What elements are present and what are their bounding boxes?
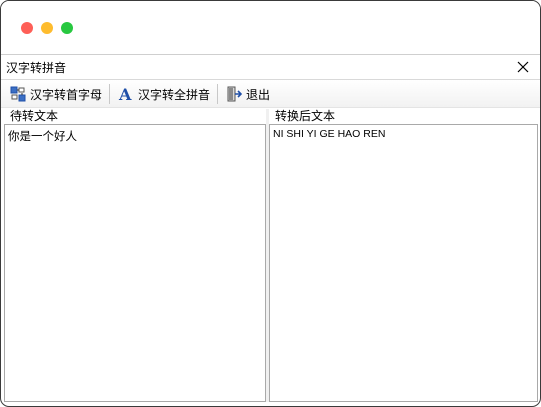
full-pinyin-button[interactable]: A 汉字转全拼音 — [118, 83, 210, 105]
svg-text:A: A — [118, 86, 132, 102]
mac-title-bar — [1, 1, 540, 54]
exit-button[interactable]: 退出 — [226, 83, 270, 105]
first-letter-label: 汉字转首字母 — [30, 87, 103, 102]
exit-label: 退出 — [246, 87, 271, 102]
close-window-dot[interactable] — [21, 22, 33, 34]
exit-door-icon — [227, 86, 242, 102]
minimize-window-dot[interactable] — [41, 22, 53, 34]
letter-a-icon: A — [118, 86, 132, 102]
input-panel-label: 待转文本 — [10, 109, 59, 123]
form-title-bar: 汉字转拼音 — [1, 54, 540, 80]
close-button[interactable] — [512, 56, 534, 78]
output-textbox[interactable]: NI SHI YI GE HAO REN — [269, 124, 538, 402]
window-title: 汉字转拼音 — [6, 61, 67, 75]
first-letter-button[interactable]: 汉字转首字母 — [10, 83, 102, 105]
toolbar: 汉字转首字母 A 汉字转全拼音 退出 — [1, 80, 540, 108]
app-window: 汉字转拼音 汉字转首字母 A 汉字转全拼音 退出 待转文本 转换后文本 你是一个… — [0, 0, 541, 407]
toolbar-separator — [109, 84, 110, 104]
input-textbox[interactable]: 你是一个好人 — [4, 124, 266, 402]
convert-first-letter-icon — [10, 86, 26, 102]
output-panel-label: 转换后文本 — [275, 109, 336, 123]
maximize-window-dot[interactable] — [61, 22, 73, 34]
toolbar-separator — [217, 84, 218, 104]
close-icon — [517, 61, 529, 73]
full-pinyin-label: 汉字转全拼音 — [138, 87, 211, 102]
